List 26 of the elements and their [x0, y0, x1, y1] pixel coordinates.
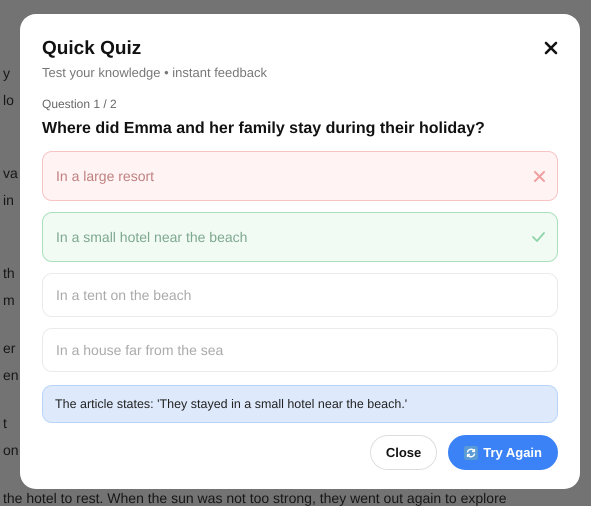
answer-option[interactable]: In a small hotel near the beach	[42, 212, 558, 262]
answer-option[interactable]: In a large resort	[42, 151, 558, 201]
article-text: va	[3, 165, 18, 181]
answer-option[interactable]: In a house far from the sea	[42, 328, 558, 372]
cross-icon	[534, 170, 545, 182]
dialog-title: Quick Quiz	[42, 38, 142, 60]
article-text: t	[3, 415, 7, 431]
article-text: lo	[3, 92, 14, 108]
article-text: y	[3, 65, 10, 81]
article-text: on	[3, 442, 19, 458]
close-icon[interactable]	[544, 41, 558, 55]
question-text: Where did Emma and her family stay during their holiday?	[42, 120, 486, 138]
feedback-message: The article states: 'They stayed in a small hotel near the beach.'	[42, 385, 558, 423]
question-counter: Question 1 / 2	[42, 97, 118, 111]
check-icon	[532, 232, 545, 242]
refresh-icon	[464, 446, 478, 460]
article-text: er	[3, 340, 16, 356]
article-text: m	[3, 292, 15, 308]
answer-option[interactable]: In a tent on the beach	[42, 273, 558, 317]
dialog-subtitle: Test your knowledge • instant feedback	[42, 65, 267, 80]
article-text: in	[3, 192, 14, 208]
article-text: th	[3, 265, 15, 281]
article-text: en	[3, 367, 19, 383]
close-button[interactable]: Close	[370, 435, 438, 470]
article-text: the hotel to rest. When the sun was not too strong, they went out again to explore	[3, 490, 507, 506]
try-again-button[interactable]: Try Again	[448, 435, 558, 470]
